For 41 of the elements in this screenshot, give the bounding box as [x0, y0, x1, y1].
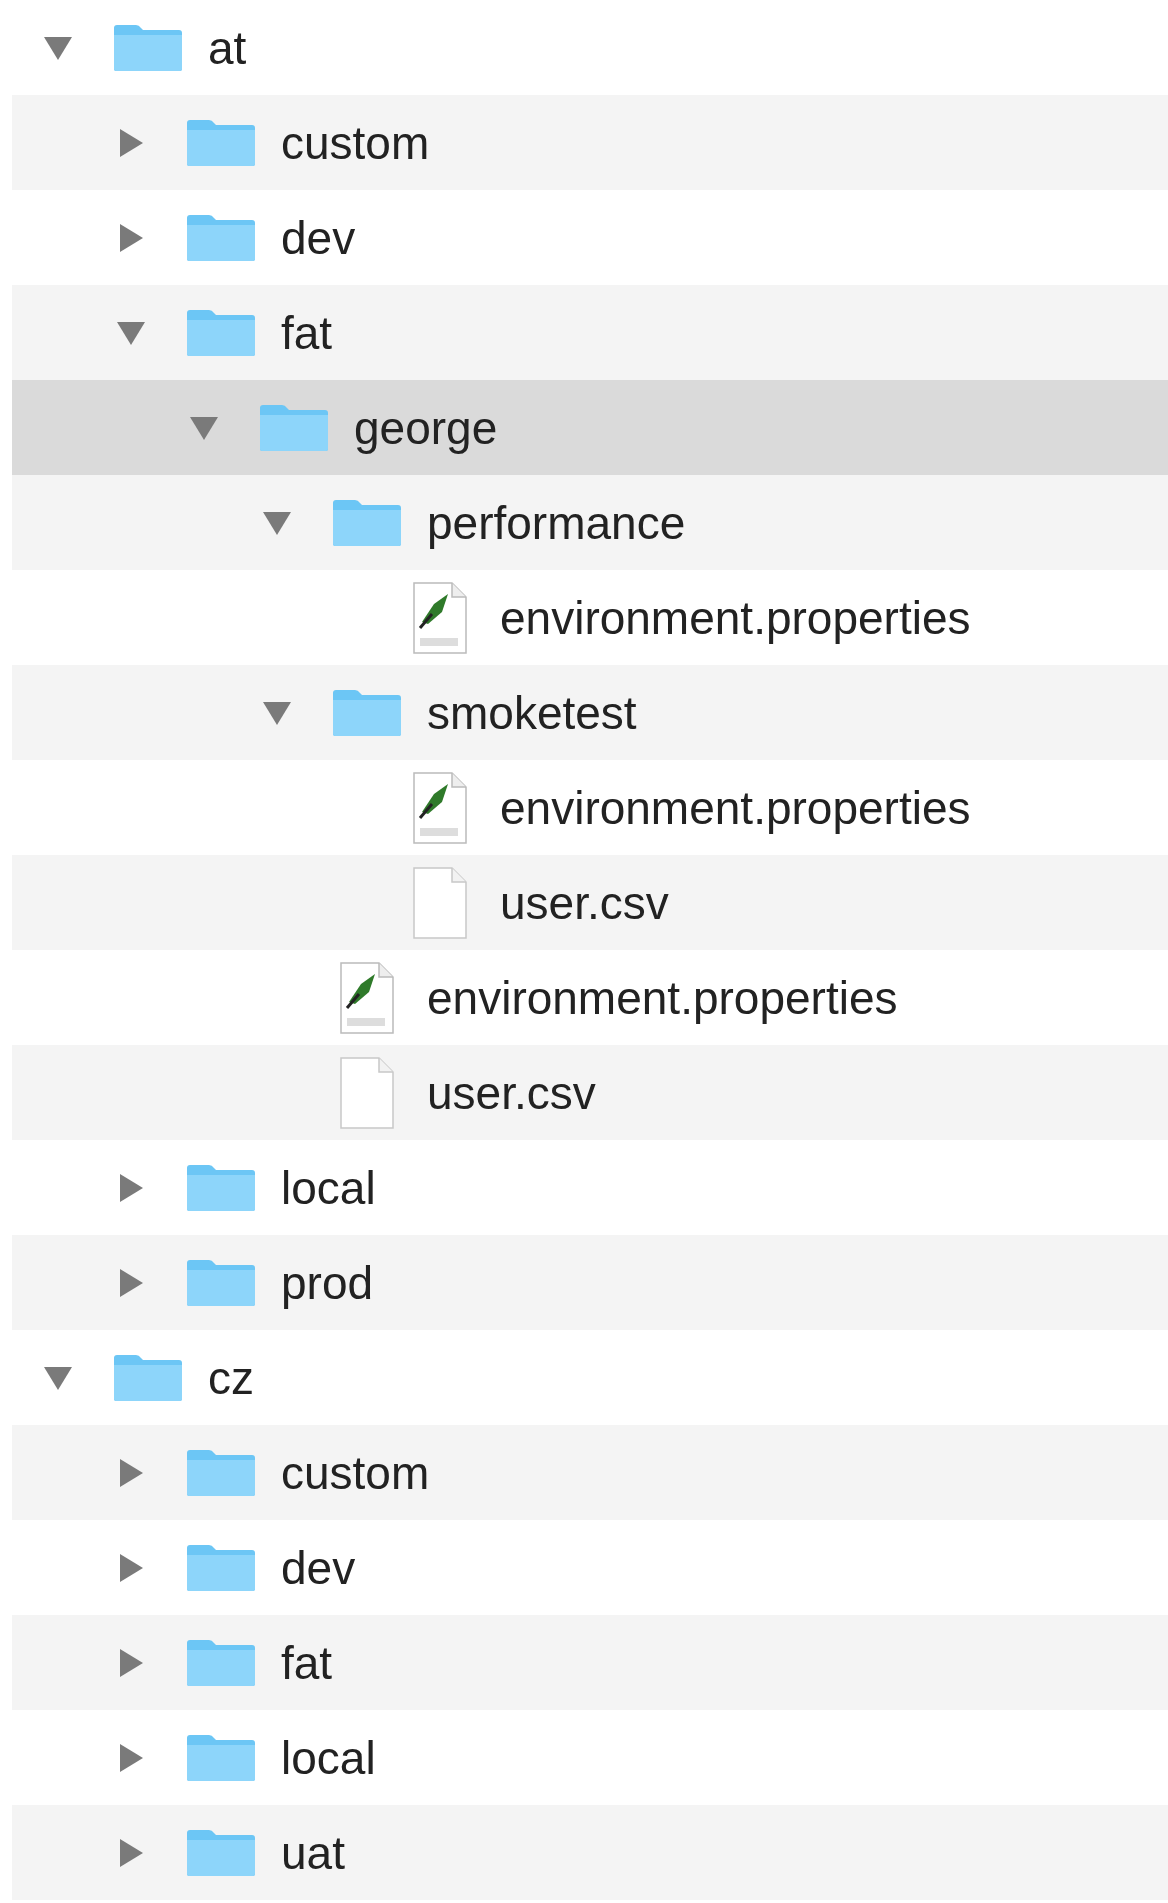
folder-icon	[185, 1448, 257, 1497]
file-name[interactable]: user.csv	[427, 1065, 596, 1120]
folder-icon	[331, 688, 403, 737]
folder-icon	[185, 1733, 257, 1782]
folder-icon	[185, 308, 257, 357]
folder-name[interactable]: custom	[281, 115, 430, 170]
properties-file-icon	[339, 961, 395, 1034]
folder-icon	[185, 1638, 257, 1687]
properties-file-icon	[412, 581, 468, 654]
folder-name[interactable]: cz	[208, 1350, 254, 1405]
folder-name[interactable]: performance	[427, 495, 686, 550]
folder-name[interactable]: fat	[281, 305, 333, 360]
properties-file-icon	[412, 771, 468, 844]
folder-name[interactable]: prod	[281, 1255, 374, 1310]
blank-file-icon	[339, 1056, 395, 1129]
folder-name[interactable]: at	[208, 20, 247, 75]
blank-file-icon	[412, 866, 468, 939]
file-name[interactable]: user.csv	[500, 875, 669, 930]
folder-name[interactable]: dev	[281, 210, 356, 265]
folder-name[interactable]: local	[281, 1160, 376, 1215]
folder-name[interactable]: dev	[281, 1540, 356, 1595]
folder-icon	[185, 1258, 257, 1307]
folder-name[interactable]: smoketest	[427, 685, 637, 740]
folder-name[interactable]: uat	[281, 1825, 345, 1880]
selected-row-highlight[interactable]: george	[12, 380, 1168, 475]
folder-name[interactable]: george	[354, 400, 498, 455]
folder-icon	[185, 118, 257, 167]
folder-icon	[185, 1163, 257, 1212]
file-name[interactable]: environment.properties	[427, 970, 898, 1025]
folder-icon	[331, 498, 403, 547]
folder-icon	[185, 1543, 257, 1592]
folder-name[interactable]: custom	[281, 1445, 430, 1500]
folder-icon	[185, 1828, 257, 1877]
folder-icon	[112, 1353, 184, 1402]
file-name[interactable]: environment.properties	[500, 590, 971, 645]
folder-name[interactable]: local	[281, 1730, 376, 1785]
folder-icon	[112, 23, 184, 72]
file-name[interactable]: environment.properties	[500, 780, 971, 835]
folder-name[interactable]: fat	[281, 1635, 333, 1690]
folder-icon	[185, 213, 257, 262]
folder-icon	[258, 403, 330, 452]
